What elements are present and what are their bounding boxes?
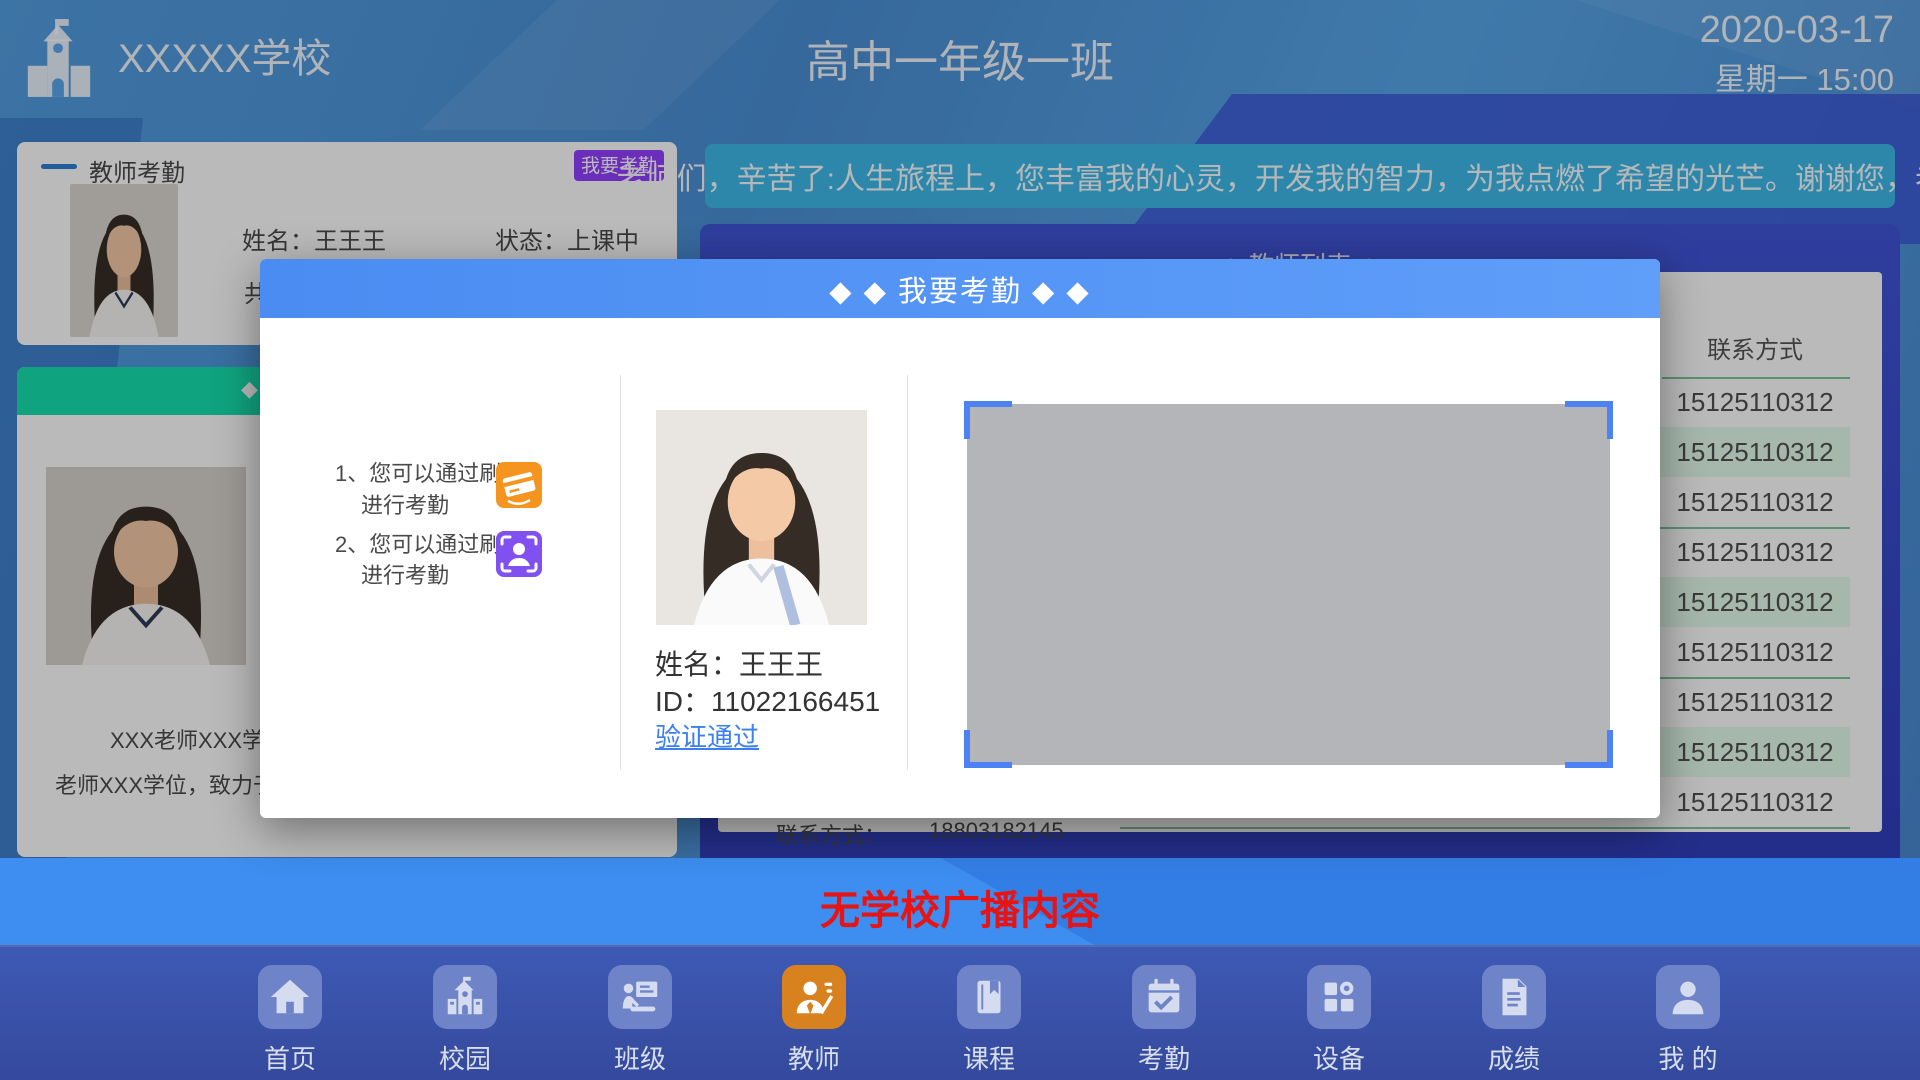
modal-divider bbox=[907, 375, 908, 770]
nav-item-class[interactable]: 班级 bbox=[580, 947, 700, 1080]
nav-item-course[interactable]: 课程 bbox=[929, 947, 1049, 1080]
card-title: 教师考勤 bbox=[89, 153, 185, 188]
course-icon bbox=[957, 965, 1021, 1029]
card-swipe-icon bbox=[496, 462, 542, 508]
camera-corner-bracket bbox=[1565, 730, 1613, 768]
greeting-marquee: 老师们，辛苦了:人生旅程上，您丰富我的心灵，开发我的智力，为我点燃了希望的光芒。… bbox=[705, 144, 1895, 208]
table-cell-phone: 15125110312 bbox=[1660, 577, 1850, 627]
modal-teacher-photo bbox=[656, 410, 867, 625]
camera-corner-bracket bbox=[964, 730, 1012, 768]
smart-campus-screen: XXXXX学校 高中一年级一班 2020-03-17 星期一 15:00 教师考… bbox=[0, 0, 1920, 1080]
modal-teacher-id: ID：11022166451 bbox=[655, 680, 880, 720]
table-cell-phone: 15125110312 bbox=[1660, 477, 1850, 527]
table-cell-phone: 15125110312 bbox=[1660, 727, 1850, 777]
contact-label: 联系方式： bbox=[776, 818, 886, 850]
grades-icon bbox=[1482, 965, 1546, 1029]
table-cell-phone: 15125110312 bbox=[1660, 427, 1850, 477]
nav-item-device[interactable]: 设备 bbox=[1279, 947, 1399, 1080]
teacher-profile-photo bbox=[46, 467, 246, 665]
header-weekday-time: 星期一 15:00 bbox=[1715, 54, 1894, 99]
diamond-icon: ◆ bbox=[241, 376, 258, 402]
instruction-line-4: 进行考勤 bbox=[361, 558, 449, 590]
campus-icon bbox=[433, 965, 497, 1029]
table-cell-phone: 15125110312 bbox=[1660, 777, 1850, 827]
home-icon bbox=[258, 965, 322, 1029]
column-header-contact: 联系方式 bbox=[1660, 330, 1850, 365]
camera-preview-area bbox=[967, 404, 1610, 765]
nav-item-campus[interactable]: 校园 bbox=[405, 947, 525, 1080]
face-scan-icon bbox=[496, 531, 542, 577]
header-date: 2020-03-17 bbox=[1700, 8, 1894, 54]
class-icon bbox=[608, 965, 672, 1029]
modal-title: ◆ ◆ 我要考勤 ◆ ◆ bbox=[260, 259, 1660, 318]
teacher-name: 姓名：王王王 bbox=[242, 221, 386, 256]
modal-teacher-name: 姓名：王王王 bbox=[655, 643, 823, 683]
nav-item-home[interactable]: 首页 bbox=[230, 947, 350, 1080]
nav-item-attendance[interactable]: 考勤 bbox=[1104, 947, 1224, 1080]
nav-item-grades[interactable]: 成绩 bbox=[1454, 947, 1574, 1080]
attendance-icon bbox=[1132, 965, 1196, 1029]
table-group-separator bbox=[1120, 827, 1850, 829]
table-cell-phone: 15125110312 bbox=[1660, 677, 1850, 727]
instruction-line-2: 进行考勤 bbox=[361, 488, 449, 520]
table-cell-phone: 15125110312 bbox=[1660, 527, 1850, 577]
device-icon bbox=[1307, 965, 1371, 1029]
teacher-photo bbox=[70, 184, 178, 337]
checkin-modal: ◆ ◆ 我要考勤 ◆ ◆ 1、您可以通过刷卡 进行考勤 2、您可以通过刷脸 进行… bbox=[260, 259, 1660, 818]
title-dash bbox=[41, 164, 77, 169]
teacher-status: 状态：上课中 bbox=[495, 221, 639, 256]
table-cell-phone: 15125110312 bbox=[1660, 377, 1850, 427]
page-title: 高中一年级一班 bbox=[0, 26, 1920, 90]
table-cell-phone: 15125110312 bbox=[1660, 627, 1850, 677]
nav-item-profile[interactable]: 我 的 bbox=[1628, 947, 1748, 1080]
broadcast-bar: 无学校广播内容 bbox=[0, 858, 1920, 945]
bottom-nav: 首页 校园 班级 教师 课程 bbox=[0, 945, 1920, 1080]
broadcast-text: 无学校广播内容 bbox=[0, 878, 1920, 936]
camera-corner-bracket bbox=[1565, 401, 1613, 439]
instruction-line-1: 1、您可以通过刷卡 bbox=[335, 456, 523, 488]
modal-divider bbox=[620, 375, 621, 770]
instruction-line-3: 2、您可以通过刷脸 bbox=[335, 527, 523, 559]
contact-value: 18803182145 bbox=[929, 818, 1064, 844]
teacher-icon bbox=[782, 965, 846, 1029]
verify-status-link[interactable]: 验证通过 bbox=[655, 717, 759, 754]
profile-icon bbox=[1656, 965, 1720, 1029]
camera-corner-bracket bbox=[964, 401, 1012, 439]
nav-item-teacher[interactable]: 教师 bbox=[754, 947, 874, 1080]
